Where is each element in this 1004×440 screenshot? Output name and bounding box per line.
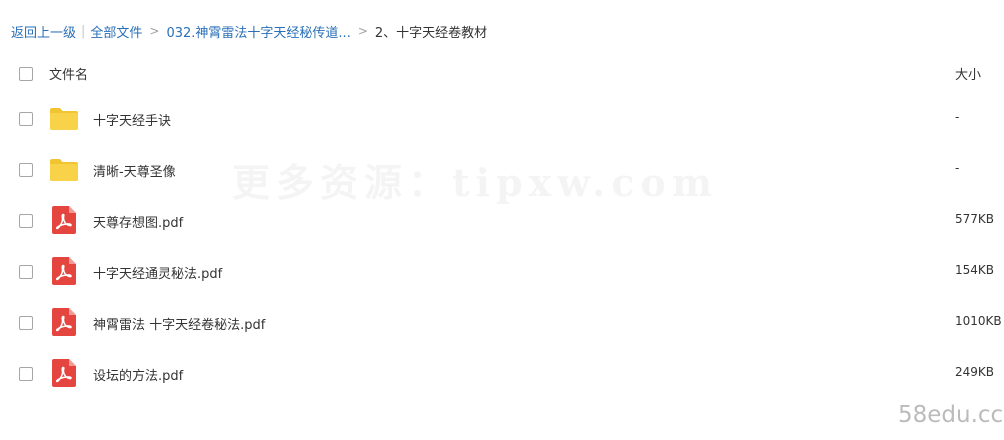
- breadcrumb-parent-link[interactable]: 032.神霄雷法十字天经秘传道...: [166, 22, 350, 41]
- breadcrumb-arrow: >: [357, 24, 368, 38]
- breadcrumb-current: 2、十字天经卷教材: [374, 25, 488, 41]
- row-checkbox[interactable]: [19, 367, 33, 381]
- file-name[interactable]: 清晰-天尊圣像: [93, 161, 176, 180]
- column-header-size[interactable]: 大小: [955, 64, 981, 83]
- file-size: 154KB: [955, 263, 995, 277]
- column-header-name[interactable]: 文件名: [49, 64, 88, 83]
- row-checkbox[interactable]: [19, 214, 33, 228]
- breadcrumb-arrow: >: [149, 24, 160, 38]
- file-size: 1010KB: [955, 314, 1002, 328]
- file-row[interactable]: 十字天经通灵秘法.pdf 154KB: [0, 247, 1004, 297]
- row-checkbox[interactable]: [19, 316, 33, 330]
- file-row[interactable]: 十字天经手诀 -: [0, 94, 1004, 144]
- file-size: 249KB: [955, 365, 995, 379]
- row-checkbox[interactable]: [19, 163, 33, 177]
- pdf-icon: [52, 206, 76, 234]
- file-name[interactable]: 设坛的方法.pdf: [93, 365, 183, 384]
- select-all-checkbox[interactable]: [19, 67, 33, 81]
- watermark-corner: 58edu.cc: [898, 402, 1004, 428]
- file-row[interactable]: 天尊存想图.pdf 577KB: [0, 196, 1004, 246]
- pdf-icon: [52, 257, 76, 285]
- breadcrumb-back-link[interactable]: 返回上一级: [11, 22, 76, 41]
- file-row[interactable]: 清晰-天尊圣像 -: [0, 145, 1004, 195]
- file-name[interactable]: 神霄雷法 十字天经卷秘法.pdf: [93, 314, 265, 333]
- file-name[interactable]: 天尊存想图.pdf: [93, 212, 183, 231]
- pdf-icon: [52, 308, 76, 336]
- file-size: -: [955, 161, 960, 175]
- file-size: 577KB: [955, 212, 995, 226]
- row-checkbox[interactable]: [19, 112, 33, 126]
- file-row[interactable]: 神霄雷法 十字天经卷秘法.pdf 1010KB: [0, 298, 1004, 348]
- file-name[interactable]: 十字天经通灵秘法.pdf: [93, 263, 222, 282]
- file-name[interactable]: 十字天经手诀: [93, 110, 171, 129]
- file-row[interactable]: 设坛的方法.pdf 249KB: [0, 349, 1004, 399]
- row-checkbox[interactable]: [19, 265, 33, 279]
- folder-icon: [50, 108, 78, 130]
- breadcrumb: 返回上一级 | 全部文件 > 032.神霄雷法十字天经秘传道... > 2、十字…: [11, 21, 487, 41]
- folder-icon: [50, 159, 78, 181]
- breadcrumb-separator: |: [81, 23, 86, 39]
- pdf-icon: [52, 359, 76, 387]
- file-size: -: [955, 110, 960, 124]
- breadcrumb-all-files-link[interactable]: 全部文件: [90, 22, 142, 41]
- table-header: 文件名 大小: [0, 58, 1004, 88]
